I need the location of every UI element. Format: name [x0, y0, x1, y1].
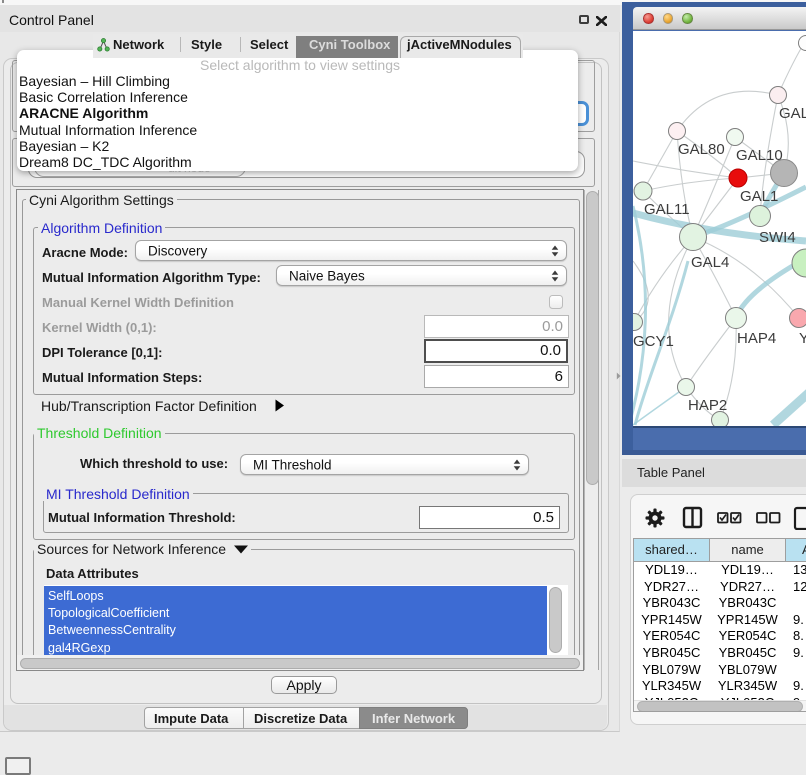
- svg-text:GAL80: GAL80: [678, 141, 725, 158]
- svg-text:GAL10: GAL10: [736, 147, 783, 164]
- svg-text:SWI4: SWI4: [759, 229, 796, 246]
- svg-text:HAP2: HAP2: [688, 397, 727, 414]
- svg-text:GAL11: GAL11: [644, 201, 690, 218]
- svg-text:HAP4: HAP4: [737, 330, 776, 347]
- svg-text:Y: Y: [799, 330, 806, 347]
- svg-text:GCY1: GCY1: [633, 333, 674, 350]
- svg-text:GAL1: GAL1: [740, 188, 778, 205]
- svg-text:GAL4: GAL4: [691, 254, 729, 271]
- svg-text:GAL: GAL: [779, 105, 806, 122]
